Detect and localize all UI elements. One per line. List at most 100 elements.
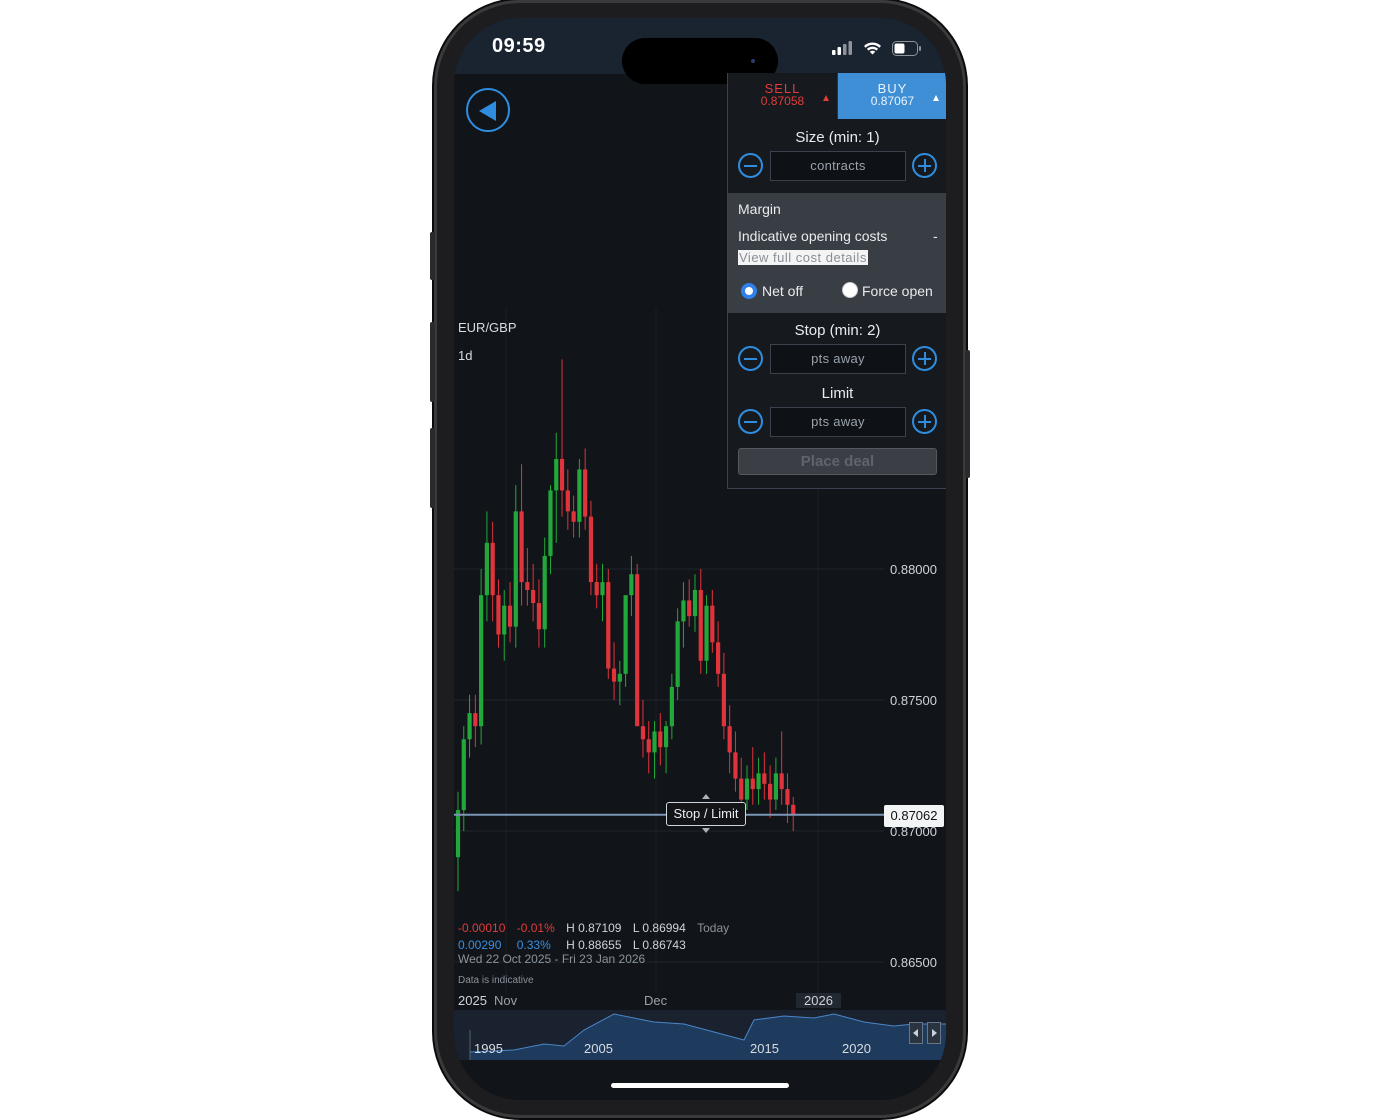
- y-tick-label: 0.86500: [890, 955, 937, 970]
- x-label-dec: Dec: [644, 993, 668, 1008]
- candle-body: [554, 458, 559, 491]
- sell-trend-icon: [823, 95, 829, 101]
- candle-body: [525, 582, 530, 590]
- candle-body: [663, 726, 669, 748]
- navigator-left-handle[interactable]: [909, 1022, 923, 1044]
- sell-button[interactable]: SELL 0.87058: [728, 73, 838, 119]
- force-open-label[interactable]: Force open: [862, 283, 933, 299]
- today-high: H 0.87109: [566, 921, 622, 935]
- candle-body: [507, 605, 513, 627]
- margin-section: Margin Indicative opening costs - View f…: [728, 193, 946, 313]
- buy-button[interactable]: BUY 0.87067: [838, 73, 946, 119]
- y-tick-label: 0.88000: [890, 562, 937, 577]
- instrument-symbol: EUR/GBP: [458, 320, 517, 335]
- candle-body: [559, 458, 565, 491]
- candle-body: [773, 773, 778, 800]
- status-bar: 09:59: [454, 18, 946, 84]
- size-plus-button[interactable]: [912, 153, 937, 178]
- stop-minus-button[interactable]: [738, 346, 763, 371]
- candle-body: [698, 589, 703, 661]
- deal-ticket: SELL 0.87058 BUY 0.87067 Size (min: 1) c…: [727, 73, 946, 489]
- candle-body: [531, 589, 536, 604]
- margin-title: Margin: [738, 201, 781, 217]
- net-off-radio[interactable]: [741, 283, 757, 299]
- candle-body: [756, 773, 761, 790]
- candle-body: [710, 605, 715, 643]
- candle-body: [583, 469, 588, 517]
- candle-body: [542, 555, 547, 630]
- screen: 0.88000 0.87500 0.87000 0.86500 09:59 EU…: [454, 18, 946, 1100]
- x-label-nov: Nov: [494, 993, 518, 1008]
- stats-today-row: -0.00010 -0.01% H 0.87109 L 0.86994 Toda…: [458, 921, 729, 935]
- navigator-label-2005: 2005: [584, 1041, 613, 1056]
- candle-body: [739, 778, 744, 800]
- candle-body: [669, 686, 674, 727]
- back-button[interactable]: [466, 88, 510, 132]
- stop-limit-handle[interactable]: Stop / Limit: [666, 802, 746, 826]
- current-price-tag: 0.87062: [884, 805, 944, 827]
- candle-body: [611, 668, 617, 682]
- candle-body: [675, 621, 680, 687]
- opening-costs-value: -: [933, 228, 938, 244]
- candle-body: [762, 773, 767, 784]
- place-deal-button[interactable]: Place deal: [738, 448, 937, 475]
- candle-body: [519, 511, 524, 583]
- size-title: Size (min: 1): [795, 129, 880, 146]
- candle-body: [594, 582, 599, 596]
- candle-body: [600, 582, 605, 596]
- candle-body: [716, 642, 721, 674]
- candle-body: [617, 673, 622, 682]
- candle-body: [588, 516, 594, 583]
- candle-body: [473, 713, 478, 727]
- home-indicator[interactable]: [611, 1083, 789, 1088]
- candle-body: [513, 511, 518, 627]
- candle-body: [750, 778, 755, 790]
- candle-body: [467, 713, 472, 740]
- candle-body: [571, 511, 576, 522]
- stop-title: Stop (min: 2): [794, 322, 881, 339]
- timeframe-label[interactable]: 1d: [458, 348, 472, 363]
- size-input[interactable]: contracts: [770, 151, 906, 181]
- candle-body: [479, 595, 484, 727]
- candle-body: [744, 778, 750, 800]
- limit-input[interactable]: pts away: [770, 407, 906, 437]
- candle-body: [646, 739, 651, 753]
- limit-plus-button[interactable]: [912, 409, 937, 434]
- candle-body: [704, 605, 709, 661]
- sell-price: 0.87058: [760, 94, 805, 108]
- buy-trend-icon: [933, 95, 939, 101]
- candle-body: [658, 731, 663, 748]
- candle-body: [768, 783, 773, 800]
- force-open-radio[interactable]: [842, 282, 858, 298]
- today-label: Today: [697, 921, 730, 935]
- navigator[interactable]: [454, 1010, 946, 1060]
- candle-body: [629, 574, 634, 596]
- candle-body: [791, 804, 796, 816]
- size-minus-button[interactable]: [738, 153, 763, 178]
- candle-body: [692, 589, 698, 617]
- candle-body: [461, 739, 466, 811]
- status-time: 09:59: [492, 35, 546, 57]
- stop-limit-down-arrow[interactable]: [702, 828, 710, 833]
- y-tick-label: 0.87500: [890, 693, 937, 708]
- candle-body: [496, 595, 501, 635]
- volume-down-button: [430, 428, 435, 508]
- candle-body: [577, 469, 582, 522]
- today-change: -0.00010: [458, 921, 506, 935]
- range-low: L 0.86743: [632, 938, 686, 952]
- stop-plus-button[interactable]: [912, 346, 937, 371]
- view-cost-details-link[interactable]: View full cost details: [738, 250, 868, 265]
- candle-body: [606, 582, 611, 669]
- stop-input[interactable]: pts away: [770, 344, 906, 374]
- limit-minus-button[interactable]: [738, 409, 763, 434]
- volume-up-button: [430, 322, 435, 402]
- stop-limit-up-arrow[interactable]: [702, 794, 710, 799]
- candle-body: [536, 603, 542, 630]
- net-off-label[interactable]: Net off: [762, 283, 803, 299]
- navigator-right-handle[interactable]: [927, 1022, 941, 1044]
- x-label-2025: 2025: [458, 993, 487, 1008]
- date-range: Wed 22 Oct 2025 - Fri 23 Jan 2026: [458, 952, 646, 966]
- today-change-pct: -0.01%: [516, 921, 555, 935]
- range-high: H 0.88655: [566, 938, 622, 952]
- candle-body: [484, 542, 489, 596]
